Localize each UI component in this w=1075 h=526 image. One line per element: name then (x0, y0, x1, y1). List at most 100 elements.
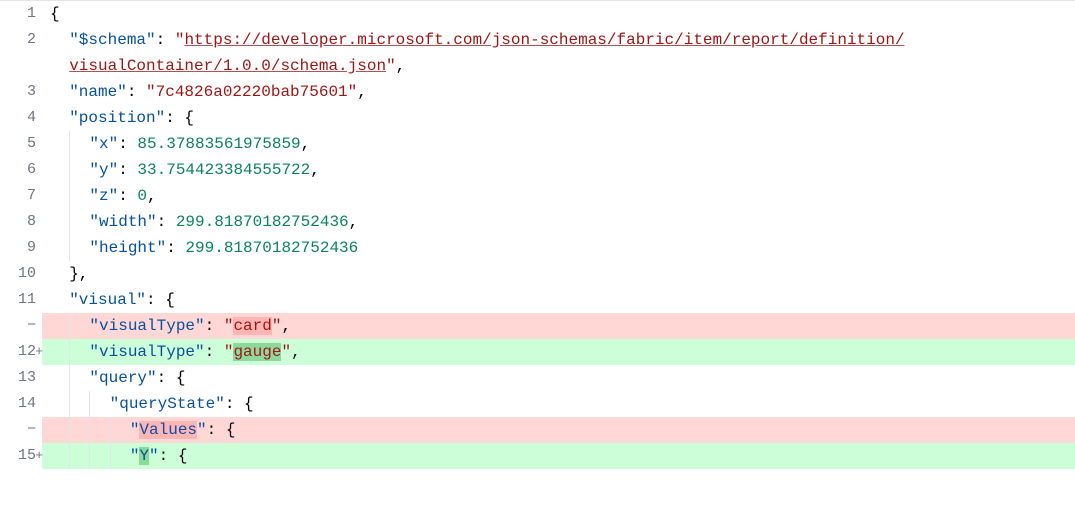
code-content: "visual": { (42, 287, 1075, 313)
json-token: "visual" (69, 291, 146, 309)
json-token: " (281, 343, 291, 361)
line-number-gutter: 10 (0, 261, 42, 287)
line-number-gutter: 15+ (0, 443, 42, 469)
code-content: "Y": { (42, 443, 1075, 469)
json-token: : (146, 291, 165, 309)
line-number-gutter: 2 (0, 27, 42, 53)
json-token: , (291, 343, 301, 361)
json-token: "z" (89, 187, 118, 205)
json-url-token[interactable]: https://developer.microsoft.com/json-sch… (184, 31, 904, 49)
line-number-gutter: 4 (0, 105, 42, 131)
diff-line[interactable]: 3 "name": "7c4826a02220bab75601", (0, 79, 1075, 105)
diff-line[interactable]: 1{ (0, 1, 1075, 27)
json-token: { (244, 395, 254, 413)
code-diff-editor[interactable]: 1{2 "$schema": "https://developer.micros… (0, 0, 1075, 469)
json-token: " (130, 421, 140, 439)
json-token: : (205, 343, 224, 361)
json-token: : (207, 421, 226, 439)
json-token: : (225, 395, 244, 413)
json-token: "query" (89, 369, 156, 387)
json-token: 299.81870182752436 (185, 239, 358, 257)
code-content: }, (42, 261, 1075, 287)
json-token: , (281, 317, 291, 335)
json-token: "queryState" (110, 395, 225, 413)
diff-line-removed[interactable]: − "visualType": "card", (0, 313, 1075, 339)
json-token: Y (139, 447, 149, 465)
json-token: " (175, 31, 185, 49)
json-token: : (118, 187, 137, 205)
code-content: "name": "7c4826a02220bab75601", (42, 79, 1075, 105)
json-token: "visualType" (89, 343, 204, 361)
code-content: { (42, 1, 1075, 27)
json-token: , (301, 135, 311, 153)
diff-line[interactable]: 9 "height": 299.81870182752436 (0, 235, 1075, 261)
diff-line[interactable]: 10 }, (0, 261, 1075, 287)
diff-line[interactable]: 13 "query": { (0, 365, 1075, 391)
line-number-gutter: 8 (0, 209, 42, 235)
json-url-token[interactable]: visualContainer/1.0.0/schema.json (69, 57, 386, 75)
code-content: visualContainer/1.0.0/schema.json", (42, 53, 1075, 79)
json-token: : (118, 161, 137, 179)
json-token: " (197, 421, 207, 439)
line-number-gutter: 5 (0, 131, 42, 157)
json-token: { (50, 5, 60, 23)
diff-line[interactable]: visualContainer/1.0.0/schema.json", (0, 53, 1075, 79)
json-token: , (349, 213, 359, 231)
json-token: : (118, 135, 137, 153)
diff-line-removed[interactable]: − "Values": { (0, 417, 1075, 443)
json-token: : (127, 83, 146, 101)
json-token: : (156, 31, 175, 49)
code-content: "y": 33.754423384555722, (42, 157, 1075, 183)
code-content: "x": 85.37883561975859, (42, 131, 1075, 157)
code-content: "$schema": "https://developer.microsoft.… (42, 27, 1075, 53)
diff-plus-mark: + (35, 443, 43, 469)
json-token: 299.81870182752436 (176, 213, 349, 231)
json-token: , (357, 83, 367, 101)
json-token: 33.754423384555722 (137, 161, 310, 179)
diff-line-added[interactable]: 12+ "visualType": "gauge", (0, 339, 1075, 365)
line-number-gutter: 1 (0, 1, 42, 27)
json-token: { (178, 447, 188, 465)
json-token: " (224, 317, 234, 335)
code-content: "z": 0, (42, 183, 1075, 209)
json-token: }, (69, 265, 88, 283)
line-number-gutter: 13 (0, 365, 42, 391)
json-token: " (149, 447, 159, 465)
json-token: card (233, 317, 271, 335)
json-token: { (184, 109, 194, 127)
line-number-gutter: 3 (0, 79, 42, 105)
diff-line[interactable]: 11 "visual": { (0, 287, 1075, 313)
line-number-gutter: − (0, 313, 42, 339)
code-content: "visualType": "card", (42, 313, 1075, 339)
code-content: "query": { (42, 365, 1075, 391)
line-number-gutter: 11 (0, 287, 42, 313)
json-token: "7c4826a02220bab75601" (146, 83, 357, 101)
json-token: " (272, 317, 282, 335)
line-number-gutter: 6 (0, 157, 42, 183)
diff-line[interactable]: 8 "width": 299.81870182752436, (0, 209, 1075, 235)
diff-line[interactable]: 6 "y": 33.754423384555722, (0, 157, 1075, 183)
diff-line-added[interactable]: 15+ "Y": { (0, 443, 1075, 469)
json-token: : (166, 239, 185, 257)
json-token: , (147, 187, 157, 205)
diff-line[interactable]: 5 "x": 85.37883561975859, (0, 131, 1075, 157)
diff-line[interactable]: 4 "position": { (0, 105, 1075, 131)
json-token: { (176, 369, 186, 387)
json-token: , (396, 57, 406, 75)
code-content: "width": 299.81870182752436, (42, 209, 1075, 235)
json-token: 85.37883561975859 (137, 135, 300, 153)
code-content: "queryState": { (42, 391, 1075, 417)
json-token: : (159, 447, 178, 465)
json-token: { (226, 421, 236, 439)
json-token: "width" (89, 213, 156, 231)
line-number-gutter: 12+ (0, 339, 42, 365)
json-token: 0 (137, 187, 147, 205)
json-token: " (386, 57, 396, 75)
json-token: : (157, 213, 176, 231)
diff-line[interactable]: 2 "$schema": "https://developer.microsof… (0, 27, 1075, 53)
diff-line[interactable]: 14 "queryState": { (0, 391, 1075, 417)
diff-line[interactable]: 7 "z": 0, (0, 183, 1075, 209)
json-token: "name" (69, 83, 127, 101)
json-token: " (130, 447, 140, 465)
line-number-gutter: 14 (0, 391, 42, 417)
